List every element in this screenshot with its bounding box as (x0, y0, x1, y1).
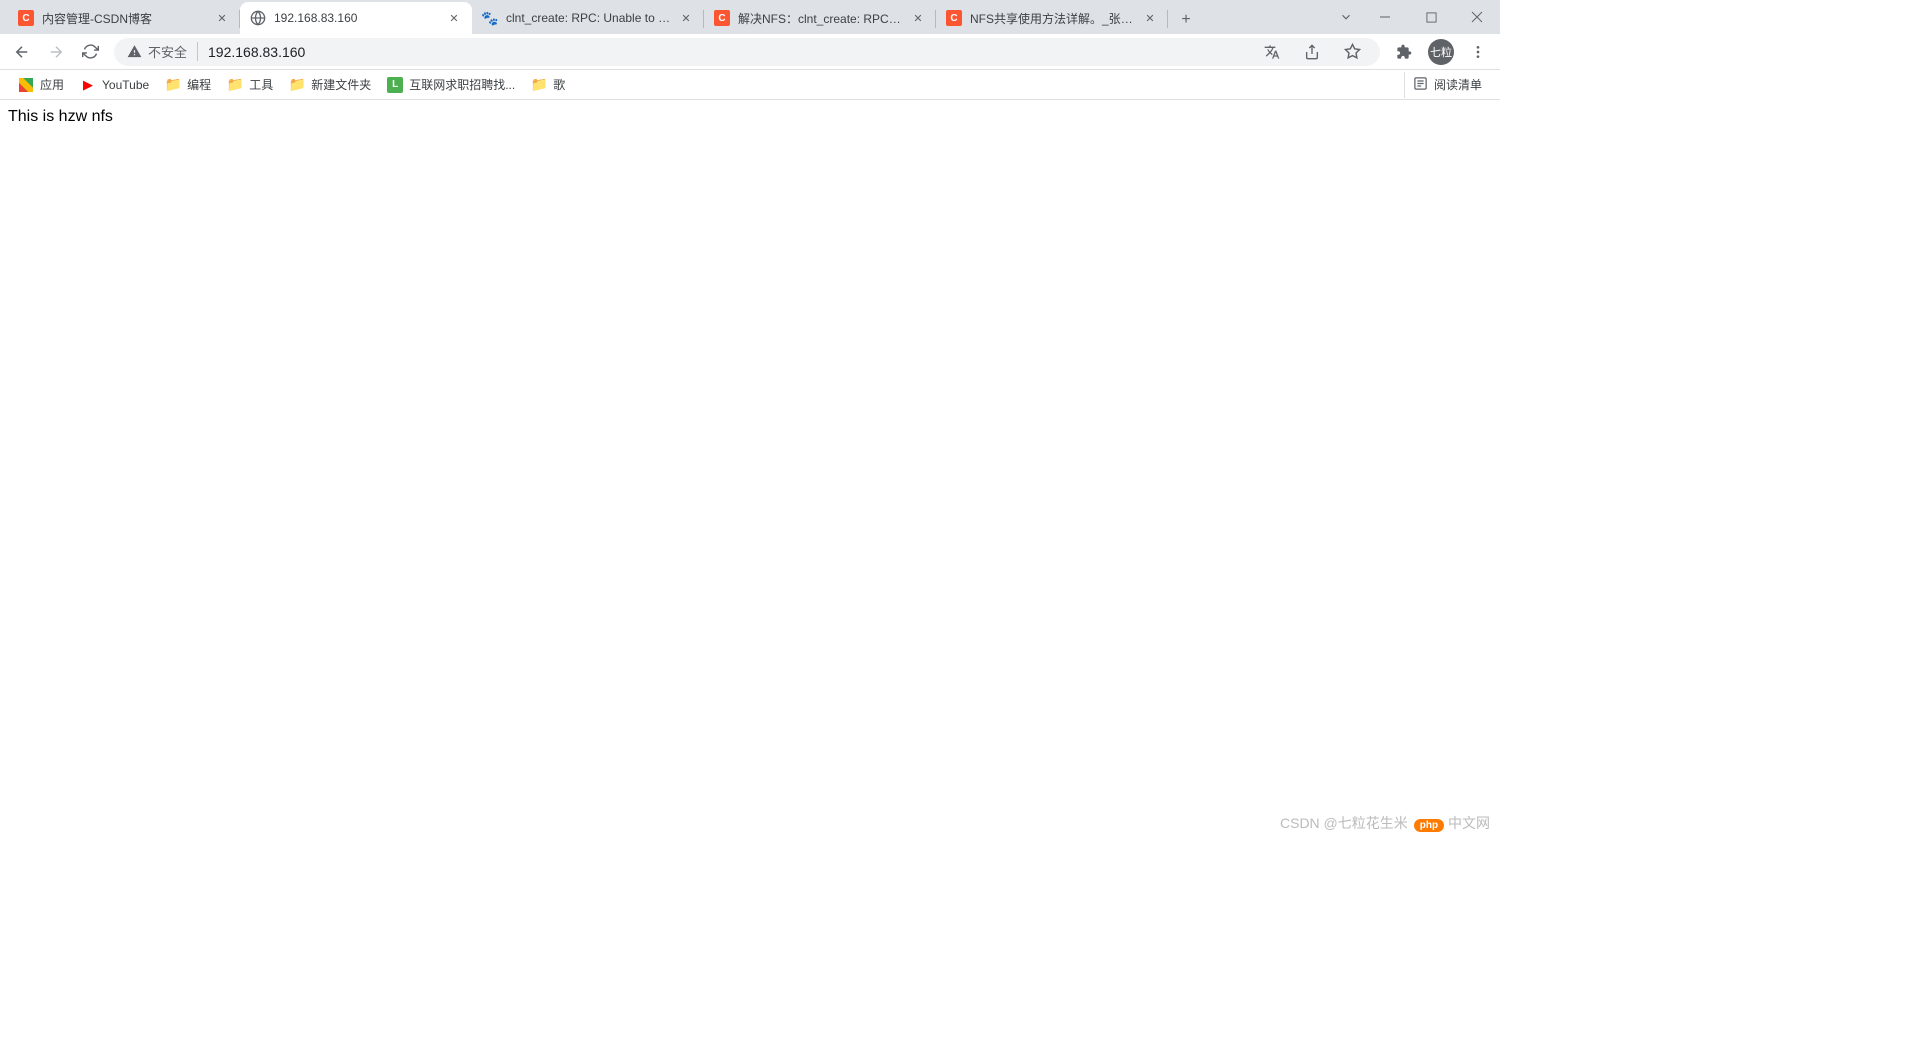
apps-icon (18, 77, 34, 93)
address-bar[interactable]: 不安全 192.168.83.160 (114, 38, 1380, 66)
globe-icon (250, 10, 266, 26)
close-icon[interactable]: ✕ (446, 10, 462, 26)
liepin-icon: L (387, 77, 403, 93)
browser-tab-0[interactable]: C 内容管理-CSDN博客 ✕ (8, 2, 240, 34)
bookmark-star-icon[interactable] (1336, 36, 1368, 68)
tab-title: 内容管理-CSDN博客 (42, 10, 208, 27)
bookmark-folder-tools[interactable]: 📁 工具 (219, 72, 281, 97)
translate-icon[interactable] (1256, 36, 1288, 68)
folder-icon: 📁 (289, 77, 305, 93)
minimize-button[interactable] (1362, 2, 1408, 32)
page-content: This is hzw nfs (0, 100, 1500, 134)
menu-icon[interactable] (1462, 36, 1494, 68)
bookmark-label: 歌 (553, 76, 565, 93)
folder-icon: 📁 (531, 77, 547, 93)
php-badge: php (1414, 819, 1444, 832)
csdn-icon: C (18, 10, 34, 26)
youtube-icon: ▶ (80, 77, 96, 93)
bookmark-label: 编程 (187, 76, 211, 93)
close-icon[interactable]: ✕ (1142, 10, 1158, 26)
extensions-icon[interactable] (1388, 36, 1420, 68)
bookmark-label: YouTube (102, 78, 149, 92)
bookmarks-bar: 应用 ▶ YouTube 📁 编程 📁 工具 📁 新建文件夹 L 互联网求职招聘… (0, 70, 1500, 100)
tab-title: NFS共享使用方法详解。_张必安 (970, 10, 1136, 27)
bookmark-label: 应用 (40, 76, 64, 93)
tab-title: clnt_create: RPC: Unable to rec (506, 11, 672, 25)
browser-toolbar: 不安全 192.168.83.160 七粒 (0, 34, 1500, 70)
forward-button[interactable] (40, 36, 72, 68)
bookmark-folder-new[interactable]: 📁 新建文件夹 (281, 72, 379, 97)
browser-tab-2[interactable]: 🐾 clnt_create: RPC: Unable to rec ✕ (472, 2, 704, 34)
csdn-icon: C (946, 10, 962, 26)
folder-icon: 📁 (227, 77, 243, 93)
tab-strip: C 内容管理-CSDN博客 ✕ 192.168.83.160 ✕ 🐾 clnt_… (0, 0, 1500, 34)
reload-button[interactable] (74, 36, 106, 68)
window-controls (1330, 0, 1500, 34)
close-icon[interactable]: ✕ (678, 10, 694, 26)
url-display: 192.168.83.160 (208, 44, 305, 60)
reading-list-icon (1413, 76, 1428, 94)
folder-icon: 📁 (165, 77, 181, 93)
search-tabs-button[interactable] (1330, 2, 1362, 32)
back-button[interactable] (6, 36, 38, 68)
close-icon[interactable]: ✕ (910, 10, 926, 26)
bookmark-label: 工具 (249, 76, 273, 93)
watermark: CSDN @七粒花生米 php 中文网 (1280, 813, 1490, 833)
bookmark-jobs[interactable]: L 互联网求职招聘找... (379, 72, 523, 97)
watermark-csdn: CSDN @七粒花生米 (1280, 813, 1408, 833)
baidu-icon: 🐾 (482, 10, 498, 26)
not-secure-icon (126, 44, 142, 60)
bookmark-apps[interactable]: 应用 (10, 72, 72, 97)
reading-list-label: 阅读清单 (1434, 76, 1482, 93)
bookmark-label: 新建文件夹 (311, 76, 371, 93)
browser-tab-1[interactable]: 192.168.83.160 ✕ (240, 2, 472, 34)
reading-list-button[interactable]: 阅读清单 (1404, 72, 1490, 98)
bookmark-label: 互联网求职招聘找... (409, 76, 515, 93)
maximize-button[interactable] (1408, 2, 1454, 32)
watermark-cn: 中文网 (1448, 815, 1490, 831)
bookmark-youtube[interactable]: ▶ YouTube (72, 73, 157, 97)
tab-title: 192.168.83.160 (274, 11, 440, 25)
bookmark-folder-programming[interactable]: 📁 编程 (157, 72, 219, 97)
window-close-button[interactable] (1454, 2, 1500, 32)
close-icon[interactable]: ✕ (214, 10, 230, 26)
browser-tab-4[interactable]: C NFS共享使用方法详解。_张必安 ✕ (936, 2, 1168, 34)
tab-title: 解决NFS：clnt_create: RPC: Po (738, 10, 904, 27)
security-status: 不安全 (148, 42, 198, 61)
profile-avatar[interactable]: 七粒 (1428, 39, 1454, 65)
share-icon[interactable] (1296, 36, 1328, 68)
browser-tab-3[interactable]: C 解决NFS：clnt_create: RPC: Po ✕ (704, 2, 936, 34)
csdn-icon: C (714, 10, 730, 26)
bookmark-folder-music[interactable]: 📁 歌 (523, 72, 573, 97)
new-tab-button[interactable]: + (1172, 6, 1200, 34)
